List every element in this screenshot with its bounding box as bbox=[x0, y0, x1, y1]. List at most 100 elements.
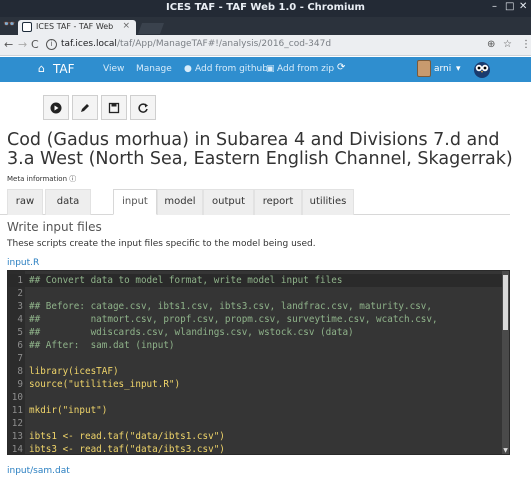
browser-menu-icon[interactable]: ⋮ bbox=[521, 39, 531, 50]
tab-model[interactable]: model bbox=[157, 189, 203, 215]
scroll-down-icon[interactable]: ▼ bbox=[502, 447, 509, 454]
page-title: Cod (Gadus morhua) in Subarea 4 and Divi… bbox=[7, 130, 513, 169]
user-menu[interactable]: arni bbox=[434, 64, 451, 74]
tab-output[interactable]: output bbox=[203, 189, 254, 215]
tab-input[interactable]: input bbox=[113, 189, 157, 215]
save-button[interactable] bbox=[101, 95, 127, 120]
code-line[interactable]: 2 bbox=[8, 287, 503, 300]
code-line[interactable]: 13 ibts1 <- read.taf("data/ibts1.csv") bbox=[8, 430, 503, 443]
code-line[interactable]: 14 ibts3 <- read.taf("data/ibts3.csv") bbox=[8, 443, 503, 455]
zoom-icon[interactable]: ⊕ bbox=[487, 39, 495, 50]
app-navbar: ⌂ TAF View Manage ● Add from github ▣ Ad… bbox=[0, 57, 531, 82]
code-line[interactable]: 1 ## Convert data to model format, write … bbox=[8, 274, 503, 287]
run-button[interactable] bbox=[43, 95, 69, 120]
url-path: /taf/App/ManageTAF#!/analysis/2016_cod-3… bbox=[116, 39, 332, 49]
nav-view[interactable]: View bbox=[103, 64, 124, 74]
refresh-button[interactable] bbox=[130, 95, 156, 120]
home-icon[interactable]: ⌂ bbox=[38, 62, 45, 75]
tab-report[interactable]: report bbox=[254, 189, 302, 215]
code-line[interactable]: 10 bbox=[8, 391, 503, 404]
code-line[interactable]: 8 library(icesTAF) bbox=[8, 365, 503, 378]
code-line[interactable]: 9 source("utilities_input.R") bbox=[8, 378, 503, 391]
nav-add-github[interactable]: Add from github bbox=[195, 64, 268, 74]
window-maximize-button[interactable]: □ bbox=[505, 1, 514, 12]
refresh-icon bbox=[138, 103, 148, 113]
editor-scrollbar[interactable]: ▼ bbox=[502, 271, 509, 454]
analysis-tabs: raw data input model output report utili… bbox=[0, 189, 510, 215]
line-number: 6 bbox=[17, 340, 23, 351]
code-line[interactable]: 12 bbox=[8, 417, 503, 430]
window-titlebar: ICES TAF - TAF Web 1.0 - Chromium – □ ✕ bbox=[0, 0, 531, 17]
line-number: 7 bbox=[17, 353, 23, 364]
code-line[interactable]: 6 ## After: sam.dat (input) bbox=[8, 339, 503, 352]
url-domain: taf.ices.local bbox=[61, 39, 117, 49]
output-file-link[interactable]: input/sam.dat bbox=[7, 466, 70, 476]
line-number: 13 bbox=[11, 431, 23, 442]
reload-icon[interactable]: C bbox=[31, 38, 39, 51]
code-line[interactable]: 3 ## Before: catage.csv, ibts1.csv, ibts3… bbox=[8, 300, 503, 313]
line-number: 8 bbox=[17, 366, 23, 377]
code-line[interactable]: 11 mkdir("input") bbox=[8, 404, 503, 417]
forward-icon[interactable]: → bbox=[18, 38, 27, 51]
window-minimize-button[interactable]: – bbox=[492, 1, 497, 12]
brand-link[interactable]: TAF bbox=[53, 62, 75, 76]
favicon-icon bbox=[22, 22, 32, 32]
window-title: ICES TAF - TAF Web 1.0 - Chromium bbox=[166, 2, 365, 13]
new-tab-button[interactable] bbox=[137, 23, 165, 34]
meta-information-link[interactable]: Meta information ⓘ bbox=[7, 174, 76, 184]
tab-raw[interactable]: raw bbox=[7, 189, 43, 215]
zip-file-icon: ▣ bbox=[266, 64, 275, 74]
owl-logo-icon bbox=[474, 62, 490, 78]
line-number: 5 bbox=[17, 327, 23, 338]
line-number: 3 bbox=[17, 301, 23, 312]
line-number: 11 bbox=[11, 405, 23, 416]
incognito-icon: 👓 bbox=[3, 19, 16, 30]
code-text: ## After: sam.dat (input) bbox=[29, 340, 175, 351]
scrollbar-thumb[interactable] bbox=[503, 275, 508, 330]
script-file-link[interactable]: input.R bbox=[7, 258, 39, 268]
code-line[interactable]: 5 ## wdiscards.csv, wlandings.csv, wstock… bbox=[8, 326, 503, 339]
github-icon: ● bbox=[184, 64, 192, 74]
code-line[interactable]: 7 bbox=[8, 352, 503, 365]
tab-utilities[interactable]: utilities bbox=[302, 189, 354, 215]
code-text: ## wdiscards.csv, wlandings.csv, wstock.… bbox=[29, 327, 354, 338]
tab-close-icon[interactable]: × bbox=[122, 21, 130, 31]
site-info-icon[interactable]: i bbox=[46, 39, 57, 50]
tab-data[interactable]: data bbox=[45, 189, 91, 215]
code-text: ibts3 <- read.taf("data/ibts3.csv") bbox=[29, 444, 225, 455]
code-text: mkdir("input") bbox=[29, 405, 108, 416]
line-number: 2 bbox=[17, 288, 23, 299]
line-number: 10 bbox=[11, 392, 23, 403]
line-number: 14 bbox=[11, 444, 23, 455]
line-number: 9 bbox=[17, 379, 23, 390]
code-text: ## Before: catage.csv, ibts1.csv, ibts3.… bbox=[29, 301, 432, 312]
code-text: ibts1 <- read.taf("data/ibts1.csv") bbox=[29, 431, 225, 442]
section-title: Write input files bbox=[7, 220, 102, 234]
run-icon bbox=[50, 102, 62, 114]
code-text: ## Convert data to model format, write m… bbox=[29, 275, 343, 286]
url-text: taf.ices.local/taf/App/ManageTAF#!/analy… bbox=[61, 39, 331, 49]
back-icon[interactable]: ← bbox=[4, 38, 13, 51]
edit-button[interactable] bbox=[72, 95, 98, 120]
meta-information-label: Meta information bbox=[7, 175, 68, 183]
address-bar: ← → C i taf.ices.local/taf/App/ManageTAF… bbox=[0, 35, 531, 56]
pencil-icon bbox=[81, 104, 89, 112]
caret-down-icon[interactable]: ▾ bbox=[456, 64, 461, 74]
refresh-icon[interactable]: ⟳ bbox=[337, 62, 345, 73]
code-editor[interactable]: 1 ## Convert data to model format, write … bbox=[7, 270, 510, 455]
bookmark-star-icon[interactable]: ☆ bbox=[503, 39, 512, 50]
browser-tab[interactable]: ICES TAF - TAF Web × bbox=[18, 20, 136, 35]
url-input[interactable]: i taf.ices.local/taf/App/ManageTAF#!/ana… bbox=[44, 38, 484, 53]
code-text: source("utilities_input.R") bbox=[29, 379, 181, 390]
avatar[interactable] bbox=[417, 60, 431, 77]
code-text: ## natmort.csv, propf.csv, propm.csv, su… bbox=[29, 314, 438, 325]
code-line[interactable]: 4 ## natmort.csv, propf.csv, propm.csv, s… bbox=[8, 313, 503, 326]
line-number: 12 bbox=[11, 418, 23, 429]
browser-tab-title: ICES TAF - TAF Web bbox=[36, 22, 114, 31]
info-circle-icon: ⓘ bbox=[69, 175, 77, 183]
nav-add-zip[interactable]: Add from zip bbox=[277, 64, 334, 74]
window-close-button[interactable]: ✕ bbox=[519, 1, 527, 12]
browser-tabstrip: 👓 ICES TAF - TAF Web × bbox=[0, 17, 531, 35]
nav-manage[interactable]: Manage bbox=[136, 64, 172, 74]
save-icon bbox=[108, 102, 120, 114]
